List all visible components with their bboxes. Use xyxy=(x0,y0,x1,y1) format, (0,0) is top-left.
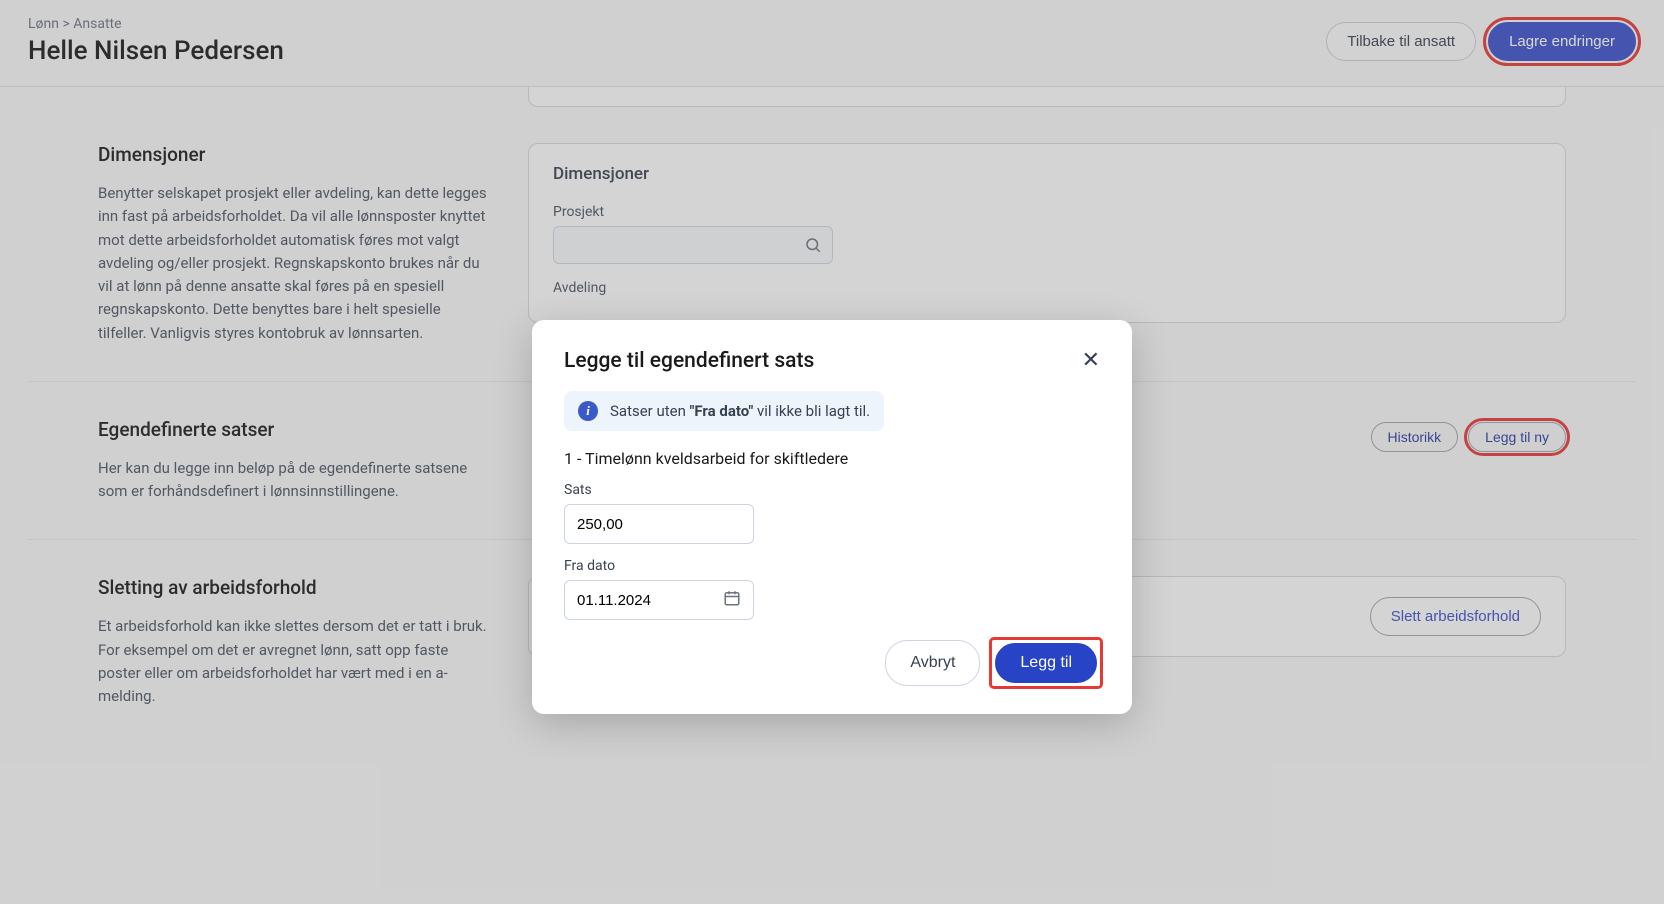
info-text: Satser uten "Fra dato" vil ikke bli lagt… xyxy=(610,402,870,420)
info-bold: "Fra dato" xyxy=(690,402,754,420)
save-button[interactable]: Lagre endringer xyxy=(1488,22,1636,61)
breadcrumb-separator: > xyxy=(62,16,69,32)
info-suffix: vil ikke bli lagt til. xyxy=(753,402,870,420)
section-desc-rates: Her kan du legge inn beløp på de egendef… xyxy=(98,457,488,504)
add-rate-button[interactable]: Legg til ny xyxy=(1468,422,1566,452)
section-desc-dimensions: Benytter selskapet prosjekt eller avdeli… xyxy=(98,182,488,345)
project-label: Prosjekt xyxy=(553,204,1541,220)
rate-input-wrap xyxy=(564,504,754,544)
rate-label: Sats xyxy=(564,482,1100,498)
section-title-delete: Sletting av arbeidsforhold xyxy=(98,576,488,599)
modal-subtitle: 1 - Timelønn kveldsarbeid for skiftleder… xyxy=(564,449,1100,468)
calendar-icon[interactable] xyxy=(723,589,741,611)
info-prefix: Satser uten xyxy=(610,402,690,420)
info-icon: i xyxy=(578,401,598,421)
delete-button[interactable]: Slett arbeidsforhold xyxy=(1370,597,1541,636)
date-label: Fra dato xyxy=(564,558,1100,574)
section-title-rates: Egendefinerte satser xyxy=(98,418,488,441)
breadcrumb-part2[interactable]: Ansatte xyxy=(73,16,121,32)
project-input[interactable] xyxy=(553,226,833,264)
info-box: i Satser uten "Fra dato" vil ikke bli la… xyxy=(564,391,884,431)
breadcrumb: Lønn > Ansatte xyxy=(28,16,284,32)
cancel-button[interactable]: Avbryt xyxy=(885,640,980,686)
date-input[interactable] xyxy=(577,592,723,609)
history-button[interactable]: Historikk xyxy=(1371,422,1459,452)
page-title: Helle Nilsen Pedersen xyxy=(28,36,284,66)
rate-input[interactable] xyxy=(577,516,741,533)
search-icon xyxy=(804,236,822,258)
header-actions: Tilbake til ansatt Lagre endringer xyxy=(1326,22,1636,61)
add-button[interactable]: Legg til xyxy=(995,643,1097,683)
add-button-highlight: Legg til xyxy=(992,640,1100,686)
add-rate-modal: Legge til egendefinert sats ✕ i Satser u… xyxy=(532,320,1132,714)
date-input-wrap xyxy=(564,580,754,620)
modal-title: Legge til egendefinert sats xyxy=(564,349,814,373)
department-label: Avdeling xyxy=(553,280,1541,296)
section-desc-delete: Et arbeidsforhold kan ikke slettes derso… xyxy=(98,615,488,708)
page-header: Lønn > Ansatte Helle Nilsen Pedersen Til… xyxy=(0,0,1664,87)
back-button[interactable]: Tilbake til ansatt xyxy=(1326,22,1476,61)
dimensions-panel-title: Dimensjoner xyxy=(553,164,1541,184)
dimensions-panel: Dimensjoner Prosjekt Avdeling xyxy=(528,143,1566,323)
section-title-dimensions: Dimensjoner xyxy=(98,143,488,166)
close-icon[interactable]: ✕ xyxy=(1082,348,1100,373)
breadcrumb-part1[interactable]: Lønn xyxy=(28,16,59,32)
